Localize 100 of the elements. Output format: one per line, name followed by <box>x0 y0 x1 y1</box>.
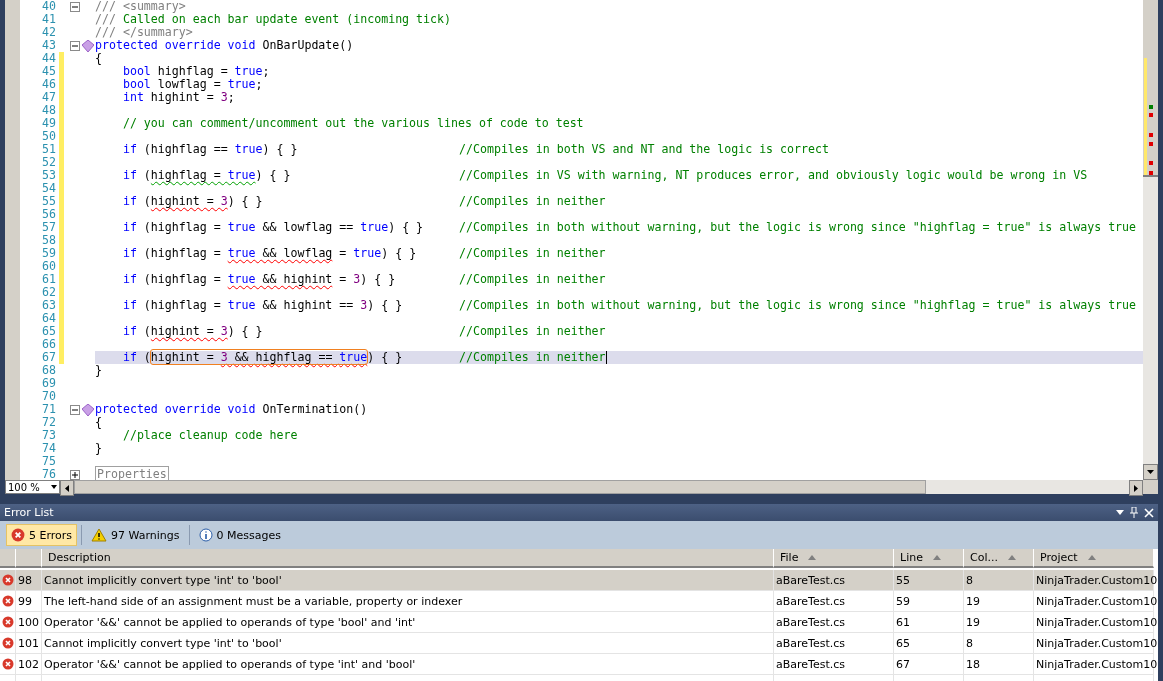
line-number: 41 <box>41 13 56 26</box>
collapse-icon[interactable] <box>70 1 80 12</box>
filter-button[interactable]: 0 Messages <box>193 524 286 546</box>
code-token: ( <box>142 194 151 208</box>
code-token: ) { } <box>388 220 424 234</box>
code-token: if <box>121 324 137 338</box>
line-number: 55 <box>41 195 56 208</box>
code-token: lowflag = <box>156 77 222 91</box>
line-number: 59 <box>41 247 56 260</box>
code-token: = <box>338 272 348 286</box>
code-token: (highflag = <box>142 298 222 312</box>
code-token: true <box>227 298 256 312</box>
code-token: /// <box>95 12 117 26</box>
table-cell: 99 <box>16 591 42 612</box>
code-token: ( <box>142 168 151 182</box>
line-number: 58 <box>41 234 56 247</box>
code-token: ; <box>255 77 263 91</box>
table-cell: Operator '&&' cannot be applied to operands of type 'bool' and 'int' <box>42 612 774 633</box>
code-token: if <box>121 194 137 208</box>
code-token: true <box>234 64 263 78</box>
code-token: //place cleanup code here <box>121 428 298 442</box>
table-cell: 67 <box>894 654 964 675</box>
code-token: true <box>227 77 256 91</box>
table-cell: 100 <box>16 612 42 633</box>
column-header[interactable]: Line <box>894 549 964 568</box>
dropdown-icon[interactable] <box>1116 510 1124 515</box>
code-comment: //Compiles in both without warning, but the logic is wrong since "highflag = true" is always true <box>459 299 1137 312</box>
zoom-dropdown[interactable]: 100 % <box>5 480 60 494</box>
dropdown-caret-icon <box>51 485 57 489</box>
table-cell: Cannot implicitly convert type 'int' to 'bool' <box>42 633 774 654</box>
right-arrow-icon <box>1134 484 1138 492</box>
line-number: 45 <box>41 65 56 78</box>
line-number: 47 <box>41 91 56 104</box>
line-number: 64 <box>41 312 56 325</box>
column-header[interactable]: Col... <box>964 549 1034 568</box>
filter-button[interactable]: 97 Warnings <box>86 524 185 546</box>
code-token: 3 <box>220 90 228 104</box>
table-cell: aBareTest.cs <box>774 570 894 591</box>
table-cell: aBareTest.cs <box>774 591 894 612</box>
code-token: (highflag == <box>142 142 229 156</box>
line-number: 69 <box>41 377 56 390</box>
column-header[interactable]: Description <box>42 549 774 568</box>
panel-title: Error List <box>4 506 54 519</box>
table-cell: 98 <box>16 570 42 591</box>
line-number: 40 <box>41 0 56 13</box>
table-cell: 65 <box>894 633 964 654</box>
filter-button[interactable]: 5 Errors <box>6 524 78 546</box>
code-token: true <box>353 246 382 260</box>
code-token: ) { } <box>255 168 291 182</box>
code-token: ) { } <box>367 350 403 364</box>
code-token: && highint == <box>261 298 355 312</box>
line-number: 76 <box>41 468 56 480</box>
scroll-left-button[interactable] <box>60 480 74 496</box>
code-token: ( <box>142 350 151 364</box>
code-comment: //Compiles in neither <box>459 325 606 338</box>
column-header[interactable] <box>16 549 42 568</box>
code-token: true <box>234 142 263 156</box>
code-token: highint = <box>149 90 215 104</box>
column-header[interactable]: Project <box>1034 549 1154 568</box>
code-token: 3 <box>360 298 368 312</box>
line-number: 50 <box>41 130 56 143</box>
scroll-down-button[interactable] <box>1143 464 1158 480</box>
line-number: 44 <box>41 52 56 65</box>
column-header[interactable] <box>0 549 16 568</box>
line-number: 70 <box>41 390 56 403</box>
line-number: 65 <box>41 325 56 338</box>
expand-icon[interactable] <box>70 469 80 480</box>
code-token: (highflag = <box>142 246 222 260</box>
error-icon <box>11 528 25 542</box>
horizontal-scrollbar[interactable] <box>60 480 1143 494</box>
code-token: highint = <box>150 350 215 364</box>
code-token: protected override void <box>95 38 257 52</box>
column-header[interactable]: File <box>774 549 894 568</box>
code-token: 3 <box>220 324 228 338</box>
code-token: if <box>121 142 137 156</box>
line-number: 49 <box>41 117 56 130</box>
pin-icon[interactable] <box>1130 507 1138 518</box>
code-comment: //Compiles in neither <box>459 247 606 260</box>
code-token: && lowflag == <box>261 220 355 234</box>
table-cell: aBareTest.cs <box>774 612 894 633</box>
code-token: /// </summary> <box>95 25 193 39</box>
code-token: // you can comment/uncomment out the various lines of code to test <box>121 116 584 130</box>
line-number: 54 <box>41 182 56 195</box>
collapse-icon[interactable] <box>70 40 80 51</box>
table-cell: Cannot implicitly convert type 'int' to 'bool' <box>42 570 774 591</box>
line-number: 48 <box>41 104 56 117</box>
line-number: 51 <box>41 143 56 156</box>
code-comment: //Compiles in both VS and NT and the logic is correct <box>459 143 829 156</box>
line-number: 66 <box>41 338 56 351</box>
table-cell: aBareTest.cs <box>774 654 894 675</box>
code-token: 3 <box>220 350 228 364</box>
code-token: = <box>338 246 348 260</box>
close-icon[interactable] <box>1144 507 1154 518</box>
code-token: true <box>227 220 256 234</box>
table-cell: Operator '&&' cannot be applied to operands of type 'int' and 'bool' <box>42 654 774 675</box>
line-number: 56 <box>41 208 56 221</box>
code-token: if <box>121 220 137 234</box>
collapse-icon[interactable] <box>70 404 80 415</box>
code-token: highint = <box>150 324 215 338</box>
scroll-right-button[interactable] <box>1129 480 1143 496</box>
